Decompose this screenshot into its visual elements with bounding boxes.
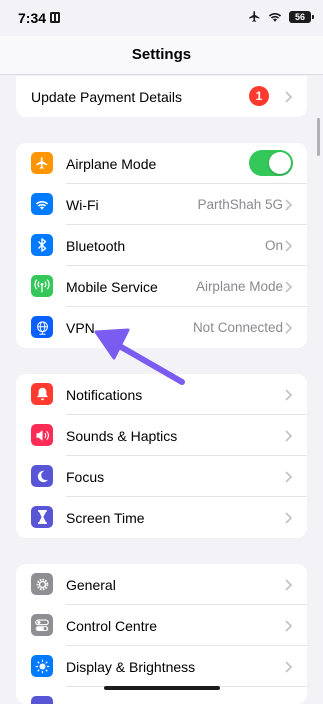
bell-icon [31, 383, 53, 405]
chevron-right-icon [285, 430, 293, 442]
bluetooth-row[interactable]: Bluetooth On [16, 225, 307, 266]
moon-icon [31, 465, 53, 487]
chevron-right-icon [285, 579, 293, 591]
account-group: Update Payment Details 1 [16, 76, 307, 117]
bluetooth-label: Bluetooth [66, 237, 126, 254]
chevron-right-icon [285, 620, 293, 632]
update-payment-row[interactable]: Update Payment Details 1 [16, 76, 307, 117]
wifi-status-icon [268, 12, 282, 22]
airplane-status-icon [249, 11, 260, 22]
chevron-right-icon [285, 389, 293, 401]
page-title: Settings [131, 46, 192, 63]
hourglass-icon [31, 506, 53, 528]
vpn-value: Not Connected [192, 320, 283, 335]
notifications-label: Notifications [66, 386, 143, 403]
screen-time-row[interactable]: Screen Time [16, 497, 307, 538]
general-label: General [66, 576, 116, 593]
switches-icon [31, 614, 53, 636]
speaker-icon [31, 424, 53, 446]
sim-card-icon [50, 12, 60, 23]
globe-icon [31, 316, 53, 338]
chevron-right-icon [285, 661, 293, 673]
status-indicators: 56 [248, 10, 314, 23]
mobile-service-value: Airplane Mode [195, 279, 283, 294]
mobile-service-label: Mobile Service [66, 278, 158, 295]
chevron-right-icon [285, 512, 293, 524]
wifi-label: Wi-Fi [66, 196, 99, 213]
airplane-mode-row[interactable]: Airplane Mode [16, 143, 307, 184]
notifications-group: Notifications Sounds & Haptics Focus Scr… [16, 374, 307, 538]
display-brightness-row[interactable]: Display & Brightness [16, 646, 307, 687]
sun-icon [31, 655, 53, 677]
chevron-right-icon [285, 91, 293, 103]
scroll-indicator[interactable] [317, 118, 320, 156]
chevron-right-icon [285, 199, 293, 211]
notification-badge: 1 [249, 86, 269, 106]
partial-row-icon [31, 696, 53, 704]
airplane-mode-label: Airplane Mode [66, 155, 157, 172]
home-indicator[interactable] [104, 686, 220, 690]
gear-icon [31, 573, 53, 595]
airplane-icon [31, 152, 53, 174]
screen-time-label: Screen Time [66, 509, 145, 526]
bluetooth-value: On [264, 238, 283, 253]
battery-icon: 56 [289, 10, 314, 23]
chevron-right-icon [285, 240, 293, 252]
toggle-knob [269, 152, 291, 174]
focus-row[interactable]: Focus [16, 456, 307, 497]
update-payment-label: Update Payment Details [31, 88, 182, 105]
control-centre-row[interactable]: Control Centre [16, 605, 307, 646]
focus-label: Focus [66, 468, 105, 485]
chevron-right-icon [285, 281, 293, 293]
sounds-haptics-row[interactable]: Sounds & Haptics [16, 415, 307, 456]
wifi-value: ParthShah 5G [197, 197, 283, 212]
connectivity-group: Airplane Mode Wi-Fi ParthShah 5G Bluetoo… [16, 143, 307, 348]
sounds-haptics-label: Sounds & Haptics [66, 427, 178, 444]
general-group: General Control Centre Display & Brightn… [16, 564, 307, 704]
annotation-arrow-icon [94, 328, 185, 385]
control-centre-label: Control Centre [66, 617, 158, 634]
general-row[interactable]: General [16, 564, 307, 605]
chevron-right-icon [285, 471, 293, 483]
display-brightness-label: Display & Brightness [66, 658, 196, 675]
navigation-bar: Settings [0, 36, 323, 75]
bluetooth-icon [31, 234, 53, 256]
battery-level: 56 [294, 11, 305, 22]
wifi-row[interactable]: Wi-Fi ParthShah 5G [16, 184, 307, 225]
wifi-icon [31, 193, 53, 215]
status-bar: 7:34 56 [0, 0, 323, 36]
antenna-icon [31, 275, 53, 297]
airplane-mode-toggle[interactable] [249, 150, 293, 176]
chevron-right-icon [285, 322, 293, 334]
mobile-service-row[interactable]: Mobile Service Airplane Mode [16, 266, 307, 307]
status-time: 7:34 [18, 10, 47, 26]
